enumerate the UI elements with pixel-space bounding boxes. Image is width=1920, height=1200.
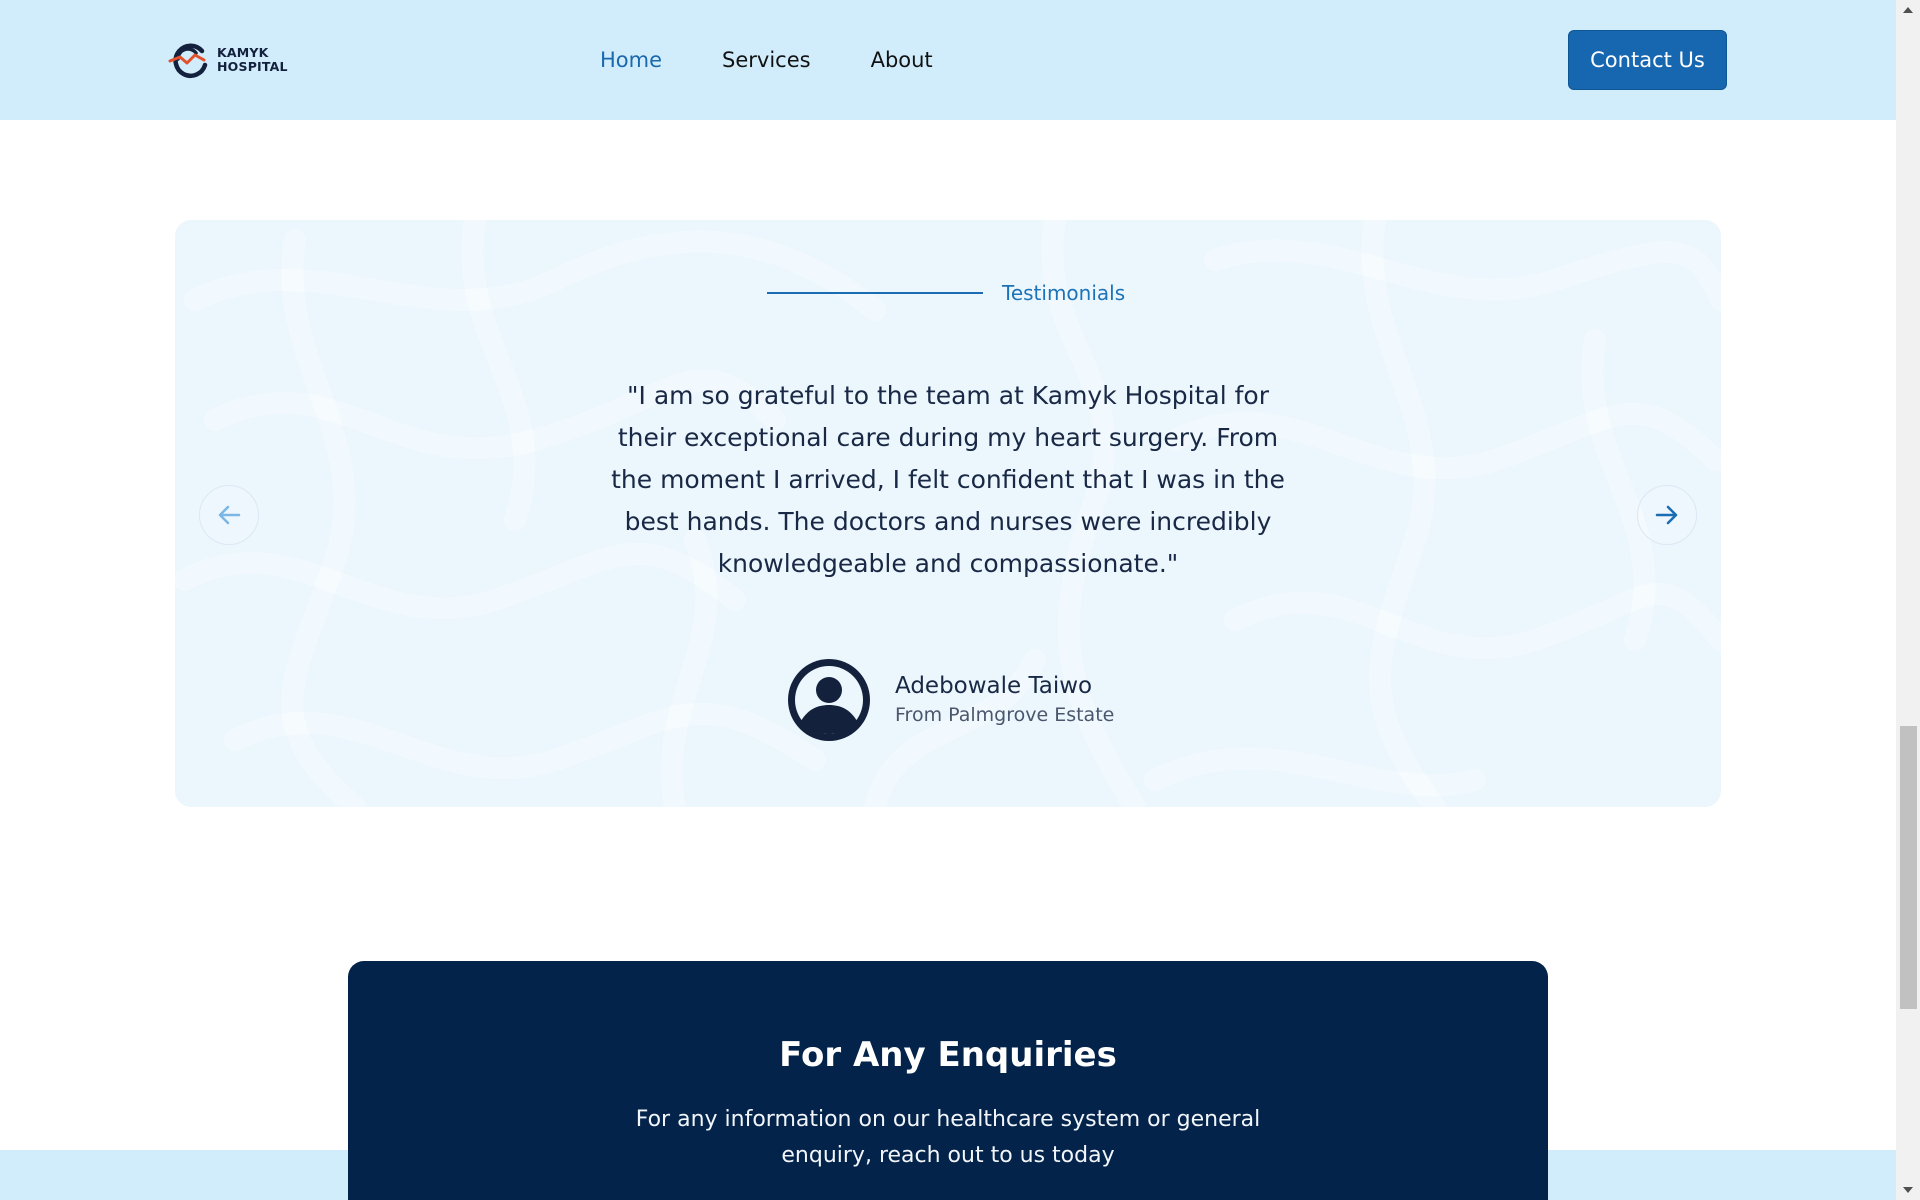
author-name: Adebowale Taiwo — [895, 673, 1093, 699]
next-testimonial-button[interactable] — [1637, 485, 1697, 545]
scrollbar-thumb[interactable] — [1900, 726, 1917, 1009]
page-scrollbar[interactable] — [1896, 0, 1920, 1200]
testimonial-quote: "I am so grateful to the team at Kamyk H… — [611, 381, 1285, 578]
logo-text-line2: HOSPITAL — [217, 59, 288, 74]
enquiries-title: For Any Enquiries — [779, 1035, 1117, 1075]
nav-about-link[interactable]: About — [871, 46, 933, 74]
section-label-text: Testimonials — [1002, 281, 1126, 305]
arrow-right-icon — [1655, 505, 1678, 525]
scroll-down-button[interactable] — [1896, 1180, 1920, 1200]
previous-testimonial-button[interactable] — [199, 485, 259, 545]
logo[interactable]: KAMYK HOSPITAL — [168, 41, 288, 79]
caret-down-icon — [1903, 1187, 1913, 1193]
contact-us-button[interactable]: Contact Us — [1568, 30, 1727, 90]
enquiries-card: For Any Enquiries For any information on… — [348, 961, 1548, 1200]
author-info: Adebowale Taiwo From Palmgrove Estate — [895, 671, 1114, 729]
site-header: KAMYK HOSPITAL Home Services About Conta… — [0, 0, 1896, 120]
main-nav: Home Services About — [600, 46, 933, 74]
nav-home-link[interactable]: Home — [600, 46, 662, 74]
testimonial-author: Adebowale Taiwo From Palmgrove Estate — [788, 659, 1114, 741]
kamyk-logo-icon — [168, 43, 208, 79]
testimonials-card: Testimonials "I am so grateful to the te… — [175, 220, 1721, 807]
page: KAMYK HOSPITAL Home Services About Conta… — [0, 0, 1920, 1200]
caret-up-icon — [1903, 7, 1913, 13]
enquiries-text: For any information on our healthcare sy… — [635, 1107, 1261, 1168]
testimonials-section-label: Testimonials — [767, 280, 1125, 306]
arrow-left-icon — [218, 505, 241, 525]
section-label-divider — [767, 292, 983, 294]
logo-text-line1: KAMYK — [217, 45, 269, 60]
nav-services-link[interactable]: Services — [722, 46, 811, 74]
user-avatar-icon — [788, 659, 870, 741]
author-location: From Palmgrove Estate — [895, 704, 1115, 726]
scroll-up-button[interactable] — [1896, 0, 1920, 20]
logo-text: KAMYK HOSPITAL — [217, 46, 288, 74]
